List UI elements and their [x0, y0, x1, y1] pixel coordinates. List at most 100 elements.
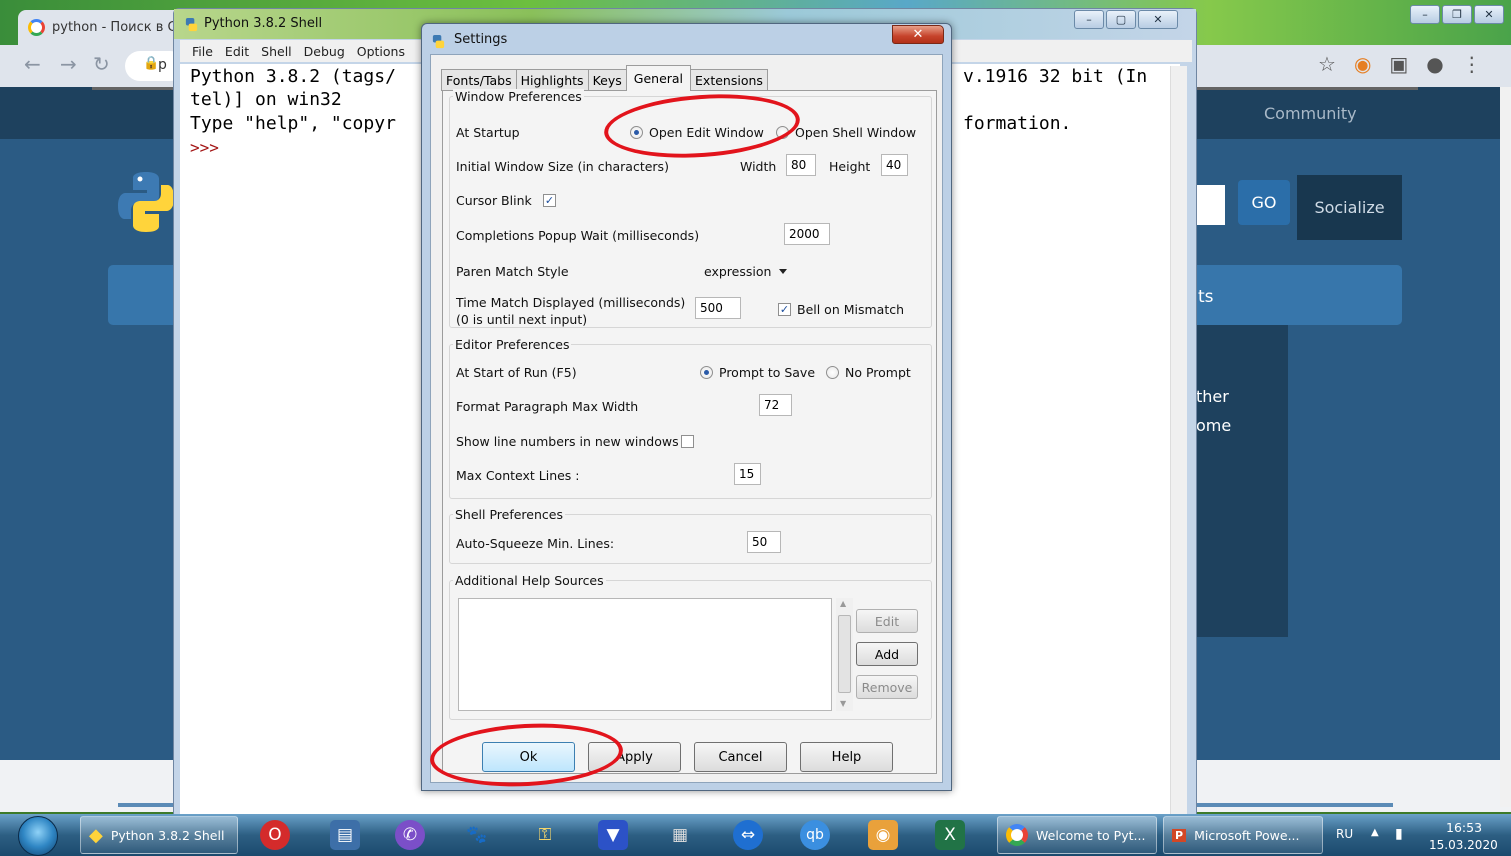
site-text: ther: [1196, 387, 1229, 406]
line-numbers-checkbox[interactable]: [681, 435, 694, 448]
scroll-thumb[interactable]: [838, 615, 851, 693]
taskbar-label: Python 3.8.2 Shell: [110, 827, 225, 843]
converter-icon[interactable]: ▼: [598, 820, 628, 850]
settings-client-area: Fonts/Tabs Highlights Keys General Exten…: [430, 54, 943, 783]
cursor-blink-label: Cursor Blink: [456, 193, 532, 208]
site-dark-panel: [1190, 325, 1288, 637]
keys-icon[interactable]: ⚿: [530, 820, 560, 850]
time-match-label: Time Match Displayed (milliseconds): [456, 295, 686, 310]
viewer-icon[interactable]: ◉: [868, 820, 898, 850]
minimize-icon[interactable]: –: [1074, 10, 1104, 29]
tray-language[interactable]: RU: [1336, 827, 1353, 841]
python-icon: ◆: [89, 824, 103, 846]
tray-date[interactable]: 15.03.2020: [1429, 838, 1498, 852]
max-context-input[interactable]: 15: [734, 463, 761, 485]
menu-shell[interactable]: Shell: [257, 44, 296, 59]
help-edit-button[interactable]: Edit: [856, 609, 918, 633]
gimp-icon[interactable]: 🐾: [462, 820, 492, 850]
forward-icon[interactable]: →: [60, 52, 77, 76]
back-icon[interactable]: ←: [24, 52, 41, 76]
star-icon[interactable]: ☆: [1318, 52, 1336, 76]
ok-button[interactable]: Ok: [482, 742, 575, 772]
tray-time[interactable]: 16:53: [1446, 820, 1482, 835]
shell-scrollbar[interactable]: [1170, 66, 1187, 816]
initial-size-label: Initial Window Size (in characters): [456, 159, 669, 174]
tab-keys[interactable]: Keys: [587, 69, 627, 91]
shell-preferences-group: Shell Preferences Auto-Squeeze Min. Line…: [449, 507, 932, 564]
taskbar-powerpoint[interactable]: P Microsoft Powe...: [1163, 816, 1323, 854]
page-scrollbar[interactable]: [1500, 87, 1511, 807]
minimize-icon[interactable]: –: [1410, 5, 1440, 24]
time-match-input[interactable]: 500: [695, 297, 741, 319]
opera-icon[interactable]: O: [260, 820, 290, 850]
taskbar-python-shell[interactable]: ◆ Python 3.8.2 Shell: [80, 816, 238, 854]
open-shell-radio[interactable]: [776, 126, 789, 139]
menu-edit[interactable]: Edit: [221, 44, 253, 59]
width-input[interactable]: 80: [786, 154, 816, 176]
tab-fonts-tabs[interactable]: Fonts/Tabs: [441, 69, 517, 91]
prompt-save-radio[interactable]: [700, 366, 713, 379]
settings-close-button[interactable]: ✕: [892, 25, 944, 44]
menu-options[interactable]: Options: [353, 44, 409, 59]
menu-debug[interactable]: Debug: [300, 44, 349, 59]
nav-community[interactable]: Community: [1264, 104, 1357, 123]
chrome-extension-icons: ☆ ◉ ▣ ● ⋮: [1318, 52, 1482, 76]
menu-file[interactable]: File: [188, 44, 217, 59]
help-button[interactable]: Help: [800, 742, 893, 772]
extension-icon[interactable]: ◉: [1354, 52, 1371, 76]
profile-avatar-icon[interactable]: ●: [1426, 52, 1443, 76]
no-prompt-radio[interactable]: [826, 366, 839, 379]
paren-style-select[interactable]: expression: [704, 264, 771, 279]
help-add-button[interactable]: Add: [856, 642, 918, 666]
excel-icon[interactable]: X: [935, 820, 965, 850]
help-list-scrollbar[interactable]: ▲ ▼: [836, 598, 853, 711]
close-icon[interactable]: ✕: [1474, 5, 1504, 24]
bell-mismatch-checkbox[interactable]: ✓: [778, 303, 791, 316]
help-sources-list[interactable]: [458, 598, 832, 711]
calculator-icon[interactable]: ▦: [665, 820, 695, 850]
apply-button[interactable]: Apply: [588, 742, 681, 772]
viber-icon[interactable]: ✆: [395, 820, 425, 850]
chrome-tab[interactable]: python - Поиск в G: [18, 10, 183, 45]
help-remove-button[interactable]: Remove: [856, 675, 918, 699]
tab-general[interactable]: General: [625, 65, 692, 91]
cursor-blink-checkbox[interactable]: ✓: [543, 194, 556, 207]
paren-style-label: Paren Match Style: [456, 264, 569, 279]
qbittorrent-icon[interactable]: qb: [800, 820, 830, 850]
at-startup-label: At Startup: [456, 125, 520, 140]
teamviewer-icon[interactable]: ⇔: [733, 820, 763, 850]
menu-dots-icon[interactable]: ⋮: [1462, 52, 1482, 76]
prompt-save-label[interactable]: Prompt to Save: [719, 365, 815, 380]
site-socialize[interactable]: Socialize: [1297, 175, 1402, 240]
open-edit-label[interactable]: Open Edit Window: [649, 125, 764, 140]
scroll-up-icon[interactable]: ▲: [840, 599, 846, 608]
height-input[interactable]: 40: [881, 154, 908, 176]
site-go-button[interactable]: GO: [1238, 180, 1290, 225]
reload-icon[interactable]: ↻: [93, 52, 110, 76]
completions-input[interactable]: 2000: [784, 223, 830, 245]
close-icon[interactable]: ✕: [1138, 10, 1178, 29]
tab-highlights[interactable]: Highlights: [515, 69, 589, 91]
cancel-button[interactable]: Cancel: [694, 742, 787, 772]
start-button-icon[interactable]: [18, 816, 58, 856]
format-width-input[interactable]: 72: [759, 394, 792, 416]
scroll-down-icon[interactable]: ▼: [840, 699, 846, 708]
maximize-icon[interactable]: ❐: [1442, 5, 1472, 24]
open-edit-radio[interactable]: [630, 126, 643, 139]
network-icon[interactable]: ▮: [1395, 826, 1403, 842]
maximize-icon[interactable]: ▢: [1106, 10, 1136, 29]
python-icon: [432, 34, 445, 49]
extension-icon-2[interactable]: ▣: [1389, 52, 1408, 76]
open-shell-label[interactable]: Open Shell Window: [795, 125, 916, 140]
dropdown-arrow-icon[interactable]: [779, 269, 787, 274]
site-search-input[interactable]: [1195, 185, 1225, 225]
tray-expand-icon[interactable]: ▲: [1371, 827, 1379, 838]
no-prompt-label[interactable]: No Prompt: [845, 365, 911, 380]
app-icon[interactable]: ▤: [330, 820, 360, 850]
tab-extensions[interactable]: Extensions: [690, 69, 768, 91]
google-icon: [28, 19, 45, 36]
taskbar-chrome[interactable]: Welcome to Pyt...: [997, 816, 1157, 854]
general-tab-panel: Window Preferences At Startup Open Edit …: [442, 89, 937, 774]
python-icon: [185, 17, 198, 32]
auto-squeeze-input[interactable]: 50: [747, 531, 781, 553]
